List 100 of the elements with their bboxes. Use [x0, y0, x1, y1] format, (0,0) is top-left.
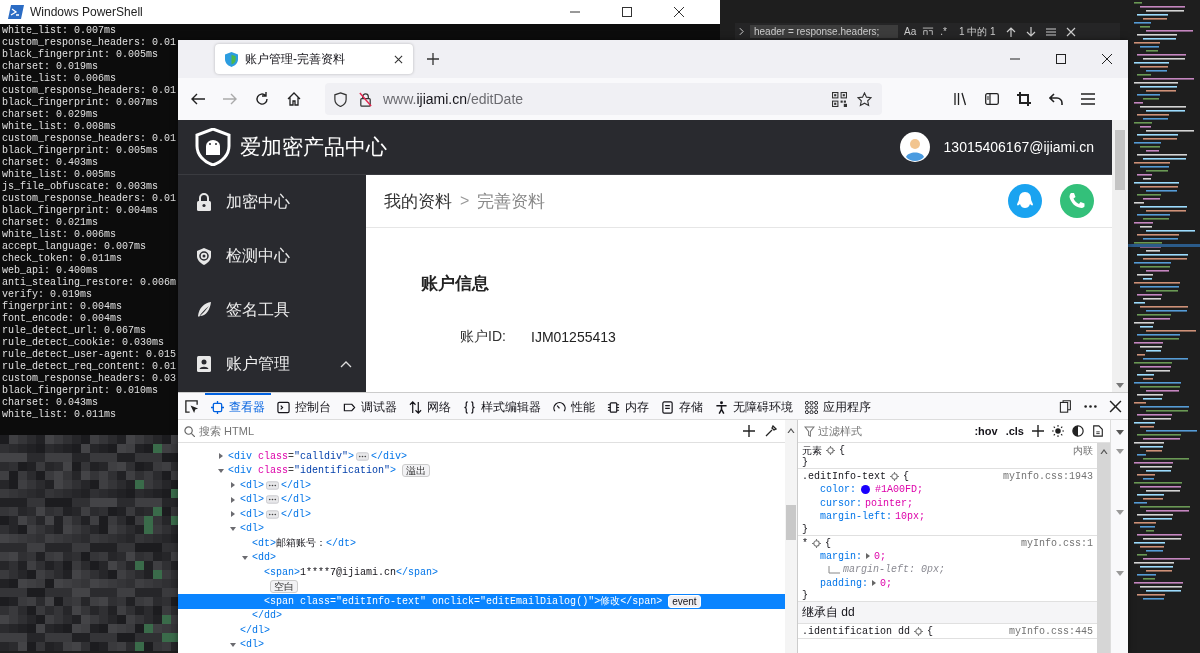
css-value[interactable]: #1A00FD;: [875, 484, 924, 496]
tree-row[interactable]: 空白: [178, 579, 785, 594]
devtools-tab[interactable]: 性能: [547, 393, 601, 419]
ellipsis-icon[interactable]: [356, 451, 370, 461]
collapse-triangle-icon[interactable]: [242, 554, 248, 561]
collapse-triangle-icon[interactable]: [230, 641, 236, 648]
penguin-icon[interactable]: [1008, 184, 1042, 218]
css-property[interactable]: margin:: [820, 550, 862, 562]
scroll-up-icon[interactable]: [1099, 449, 1108, 454]
arrow-down-icon[interactable]: [1025, 26, 1036, 37]
target-icon[interactable]: [812, 538, 821, 548]
tree-row[interactable]: <span>1****7@ijiami.cn</span>: [178, 565, 785, 580]
css-value[interactable]: 10px;: [895, 511, 926, 523]
chevron-right-icon[interactable]: [739, 27, 744, 36]
whole-word-icon[interactable]: [922, 27, 935, 36]
css-value[interactable]: 0;: [880, 577, 893, 589]
close-icon[interactable]: [1102, 54, 1112, 64]
selection-icon[interactable]: [1045, 26, 1056, 37]
expand-triangle-icon[interactable]: [865, 553, 871, 560]
css-property[interactable]: color:: [820, 484, 856, 496]
devtools-tab[interactable]: 调试器: [337, 393, 403, 419]
css-value[interactable]: 0;: [874, 550, 887, 562]
user-email[interactable]: 13015406167@ijiami.cn: [943, 139, 1094, 155]
expand-triangle-icon[interactable]: [230, 496, 236, 503]
arrow-up-icon[interactable]: [1005, 26, 1016, 37]
tree-row[interactable]: <dl>: [178, 521, 785, 536]
expand-triangle-icon[interactable]: [230, 482, 236, 489]
menu-icon[interactable]: [1081, 92, 1095, 106]
document-icon[interactable]: [1092, 425, 1104, 437]
scroll-down-icon[interactable]: [1116, 383, 1124, 388]
sidebar-item[interactable]: 加密中心: [178, 175, 366, 229]
back-arrow-icon[interactable]: [191, 92, 205, 106]
collapse-triangle-icon[interactable]: [230, 525, 236, 532]
tree-row[interactable]: <div class="identification"> 溢出: [178, 463, 785, 478]
scroll-up-icon[interactable]: [787, 428, 795, 433]
classes-button[interactable]: .cls: [1005, 425, 1024, 437]
ellipsis-icon[interactable]: [266, 495, 279, 505]
hover-states-button[interactable]: :hov: [974, 425, 998, 437]
match-case-toggle[interactable]: Aa: [904, 26, 917, 37]
shield-icon[interactable]: [333, 91, 348, 107]
sun-icon[interactable]: [1052, 425, 1064, 437]
reload-icon[interactable]: [255, 92, 269, 106]
devtools-tab[interactable]: 存储: [655, 393, 709, 419]
undo-arrow-icon[interactable]: [1049, 92, 1063, 106]
library-icon[interactable]: [953, 92, 967, 106]
element-picker-icon[interactable]: [184, 398, 199, 414]
address-bar[interactable]: www.ijiami.cn/editDate: [325, 83, 882, 115]
devtools-tab[interactable]: 网络: [403, 393, 457, 419]
source-link[interactable]: myInfo.css:445: [1009, 626, 1093, 637]
contrast-icon[interactable]: [1072, 425, 1084, 437]
color-swatch[interactable]: [861, 485, 870, 495]
close-icon[interactable]: [394, 54, 403, 64]
plus-icon[interactable]: [743, 425, 755, 437]
scrollbar[interactable]: [1112, 120, 1128, 392]
css-property[interactable]: padding:: [820, 577, 868, 589]
maximize-icon[interactable]: [622, 7, 632, 17]
tree-row[interactable]: <dl> </dl>: [178, 492, 785, 507]
source-link[interactable]: 内联: [1073, 443, 1093, 458]
close-icon[interactable]: [1109, 399, 1122, 413]
target-icon[interactable]: [914, 627, 924, 636]
sidebar-item[interactable]: 检测中心: [178, 229, 366, 283]
css-property[interactable]: margin-left:: [820, 511, 892, 523]
collapse-triangle-icon[interactable]: [218, 467, 224, 474]
find-field[interactable]: header = response.headers;: [750, 25, 898, 38]
expand-triangle-icon[interactable]: [871, 580, 877, 587]
tree-row[interactable]: </dd>: [178, 608, 785, 623]
filter-field[interactable]: 过滤样式: [818, 425, 967, 437]
target-icon[interactable]: [890, 472, 899, 481]
source-link[interactable]: myInfo.css:1: [1021, 537, 1093, 549]
ellipsis-icon[interactable]: [266, 480, 279, 490]
crop-icon[interactable]: [1017, 92, 1031, 106]
source-link[interactable]: myInfo.css:1943: [1003, 471, 1093, 482]
regex-toggle[interactable]: .*: [940, 26, 947, 37]
scrollbar-thumb[interactable]: [1115, 130, 1125, 190]
ellipsis-icon[interactable]: [266, 509, 279, 519]
devtools-tab[interactable]: 应用程序: [799, 393, 877, 419]
tree-row[interactable]: <dl> </dl>: [178, 478, 785, 493]
star-icon[interactable]: [857, 91, 872, 107]
node-badge[interactable]: event: [668, 594, 701, 608]
caret-down-icon[interactable]: [1115, 430, 1124, 435]
expand-triangle-icon[interactable]: [218, 453, 224, 460]
tree-row[interactable]: <dd>: [178, 550, 785, 565]
devtools-tab[interactable]: 控制台: [271, 393, 337, 419]
target-icon[interactable]: [826, 446, 835, 455]
maximize-icon[interactable]: [1056, 54, 1066, 64]
tree-row[interactable]: <dl>: [178, 637, 785, 652]
sidebar-item[interactable]: 账户管理: [178, 337, 366, 391]
devtools-tab[interactable]: 内存: [601, 393, 655, 419]
node-badge[interactable]: 溢出: [402, 464, 431, 478]
css-value[interactable]: pointer;: [865, 497, 914, 509]
insecure-lock-icon[interactable]: [358, 91, 373, 107]
css-property[interactable]: cursor:: [820, 497, 862, 509]
chevron-up-icon[interactable]: [340, 360, 352, 368]
dock-icon[interactable]: [1059, 399, 1072, 413]
tree-row[interactable]: <span class="editInfo-text" onclick="editEmailDialog()">修改</span> event: [178, 594, 785, 609]
avatar-icon[interactable]: [899, 132, 930, 162]
devtools-tab[interactable]: 无障碍环境: [709, 393, 799, 419]
tree-row[interactable]: </dl>: [178, 623, 785, 638]
qr-code-icon[interactable]: [832, 91, 847, 107]
tree-row[interactable]: <div class="calldiv"> </div>: [178, 449, 785, 464]
